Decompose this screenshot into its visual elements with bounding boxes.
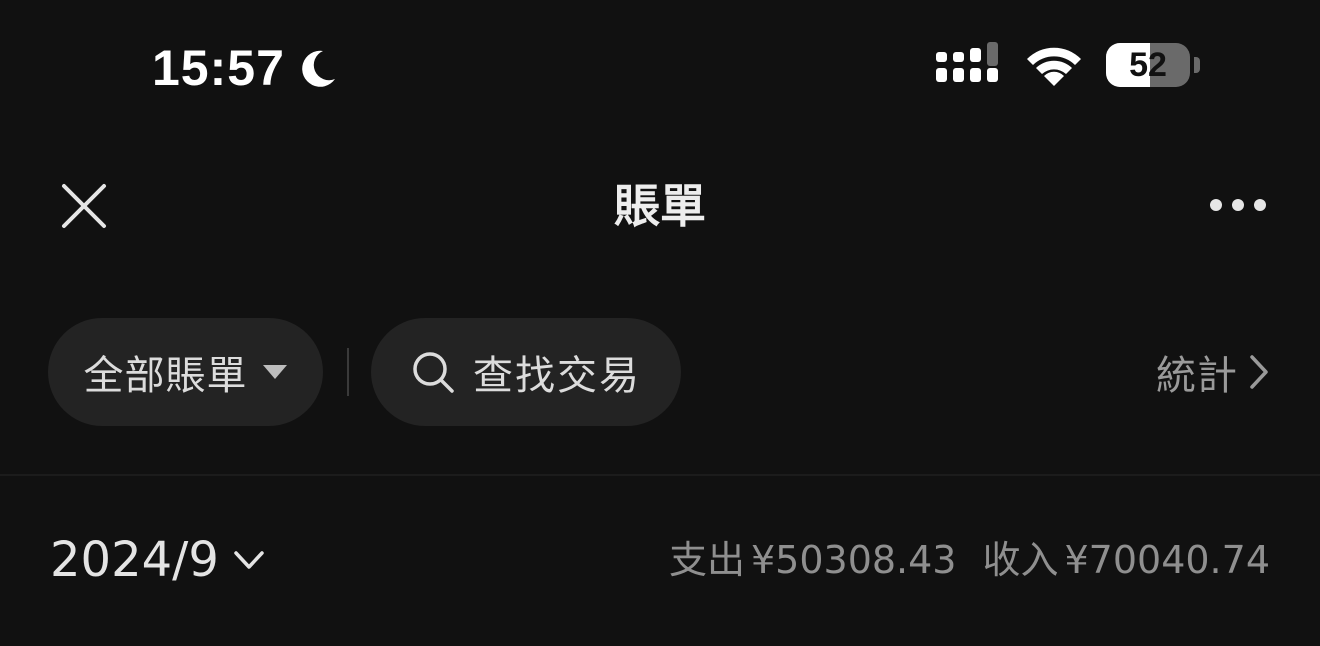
wifi-icon: [1027, 47, 1081, 86]
cellular-signal-icon: [936, 42, 998, 82]
expense-label: 支出: [668, 538, 745, 582]
status-bar: 15:57 52: [0, 0, 1320, 130]
income-amount: ¥70040.74: [1064, 538, 1271, 582]
status-indicators: 52: [936, 42, 1200, 88]
more-button[interactable]: [1206, 188, 1270, 222]
expense-total: 支出 ¥50308.43: [669, 534, 957, 586]
stats-link[interactable]: 統計: [1156, 346, 1270, 399]
income-total: 收入 ¥70040.74: [982, 534, 1270, 586]
chevron-right-icon: [1250, 355, 1268, 389]
status-time: 15:57: [152, 40, 285, 96]
bill-type-label: 全部賬單: [83, 353, 248, 399]
bill-type-dropdown[interactable]: 全部賬單: [48, 318, 323, 426]
search-icon: [413, 352, 454, 393]
income-label: 收入: [982, 538, 1059, 582]
moon-icon: [302, 50, 335, 87]
more-icon: [1210, 199, 1266, 211]
expense-amount: ¥50308.43: [750, 538, 957, 582]
battery-indicator: 52: [1106, 43, 1190, 87]
page-title: 賬單: [614, 179, 706, 233]
battery-cap: [1194, 57, 1200, 73]
stats-label: 統計: [1156, 353, 1238, 399]
month-picker[interactable]: 2024/9: [50, 528, 265, 592]
chevron-down-icon: [234, 551, 264, 569]
nav-bar: 賬單: [0, 160, 1320, 250]
status-time-group: 15:57: [152, 38, 341, 98]
month-label: 2024/9: [50, 532, 219, 588]
section-divider: [0, 474, 1320, 476]
month-totals: 支出 ¥50308.43 收入 ¥70040.74: [669, 534, 1270, 586]
battery-level: 52: [1129, 45, 1167, 84]
search-label: 查找交易: [473, 353, 641, 399]
triangle-down-icon: [262, 365, 287, 379]
search-transactions-button[interactable]: 查找交易: [371, 318, 681, 426]
month-summary: 2024/9 支出 ¥50308.43 收入 ¥70040.74: [0, 520, 1320, 600]
filter-divider: [347, 348, 349, 396]
filter-bar: 全部賬單 查找交易 統計: [0, 318, 1320, 426]
